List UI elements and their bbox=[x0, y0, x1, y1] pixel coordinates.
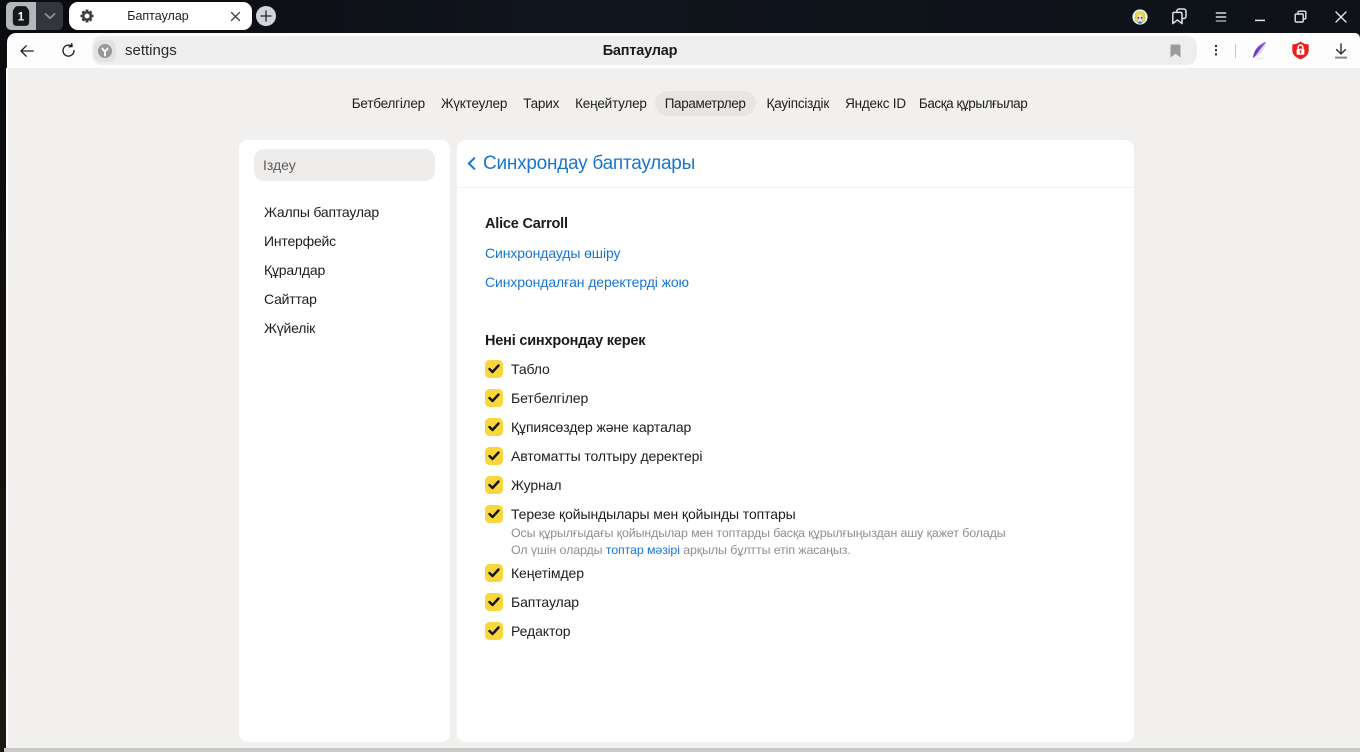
svg-text:1: 1 bbox=[18, 12, 25, 24]
